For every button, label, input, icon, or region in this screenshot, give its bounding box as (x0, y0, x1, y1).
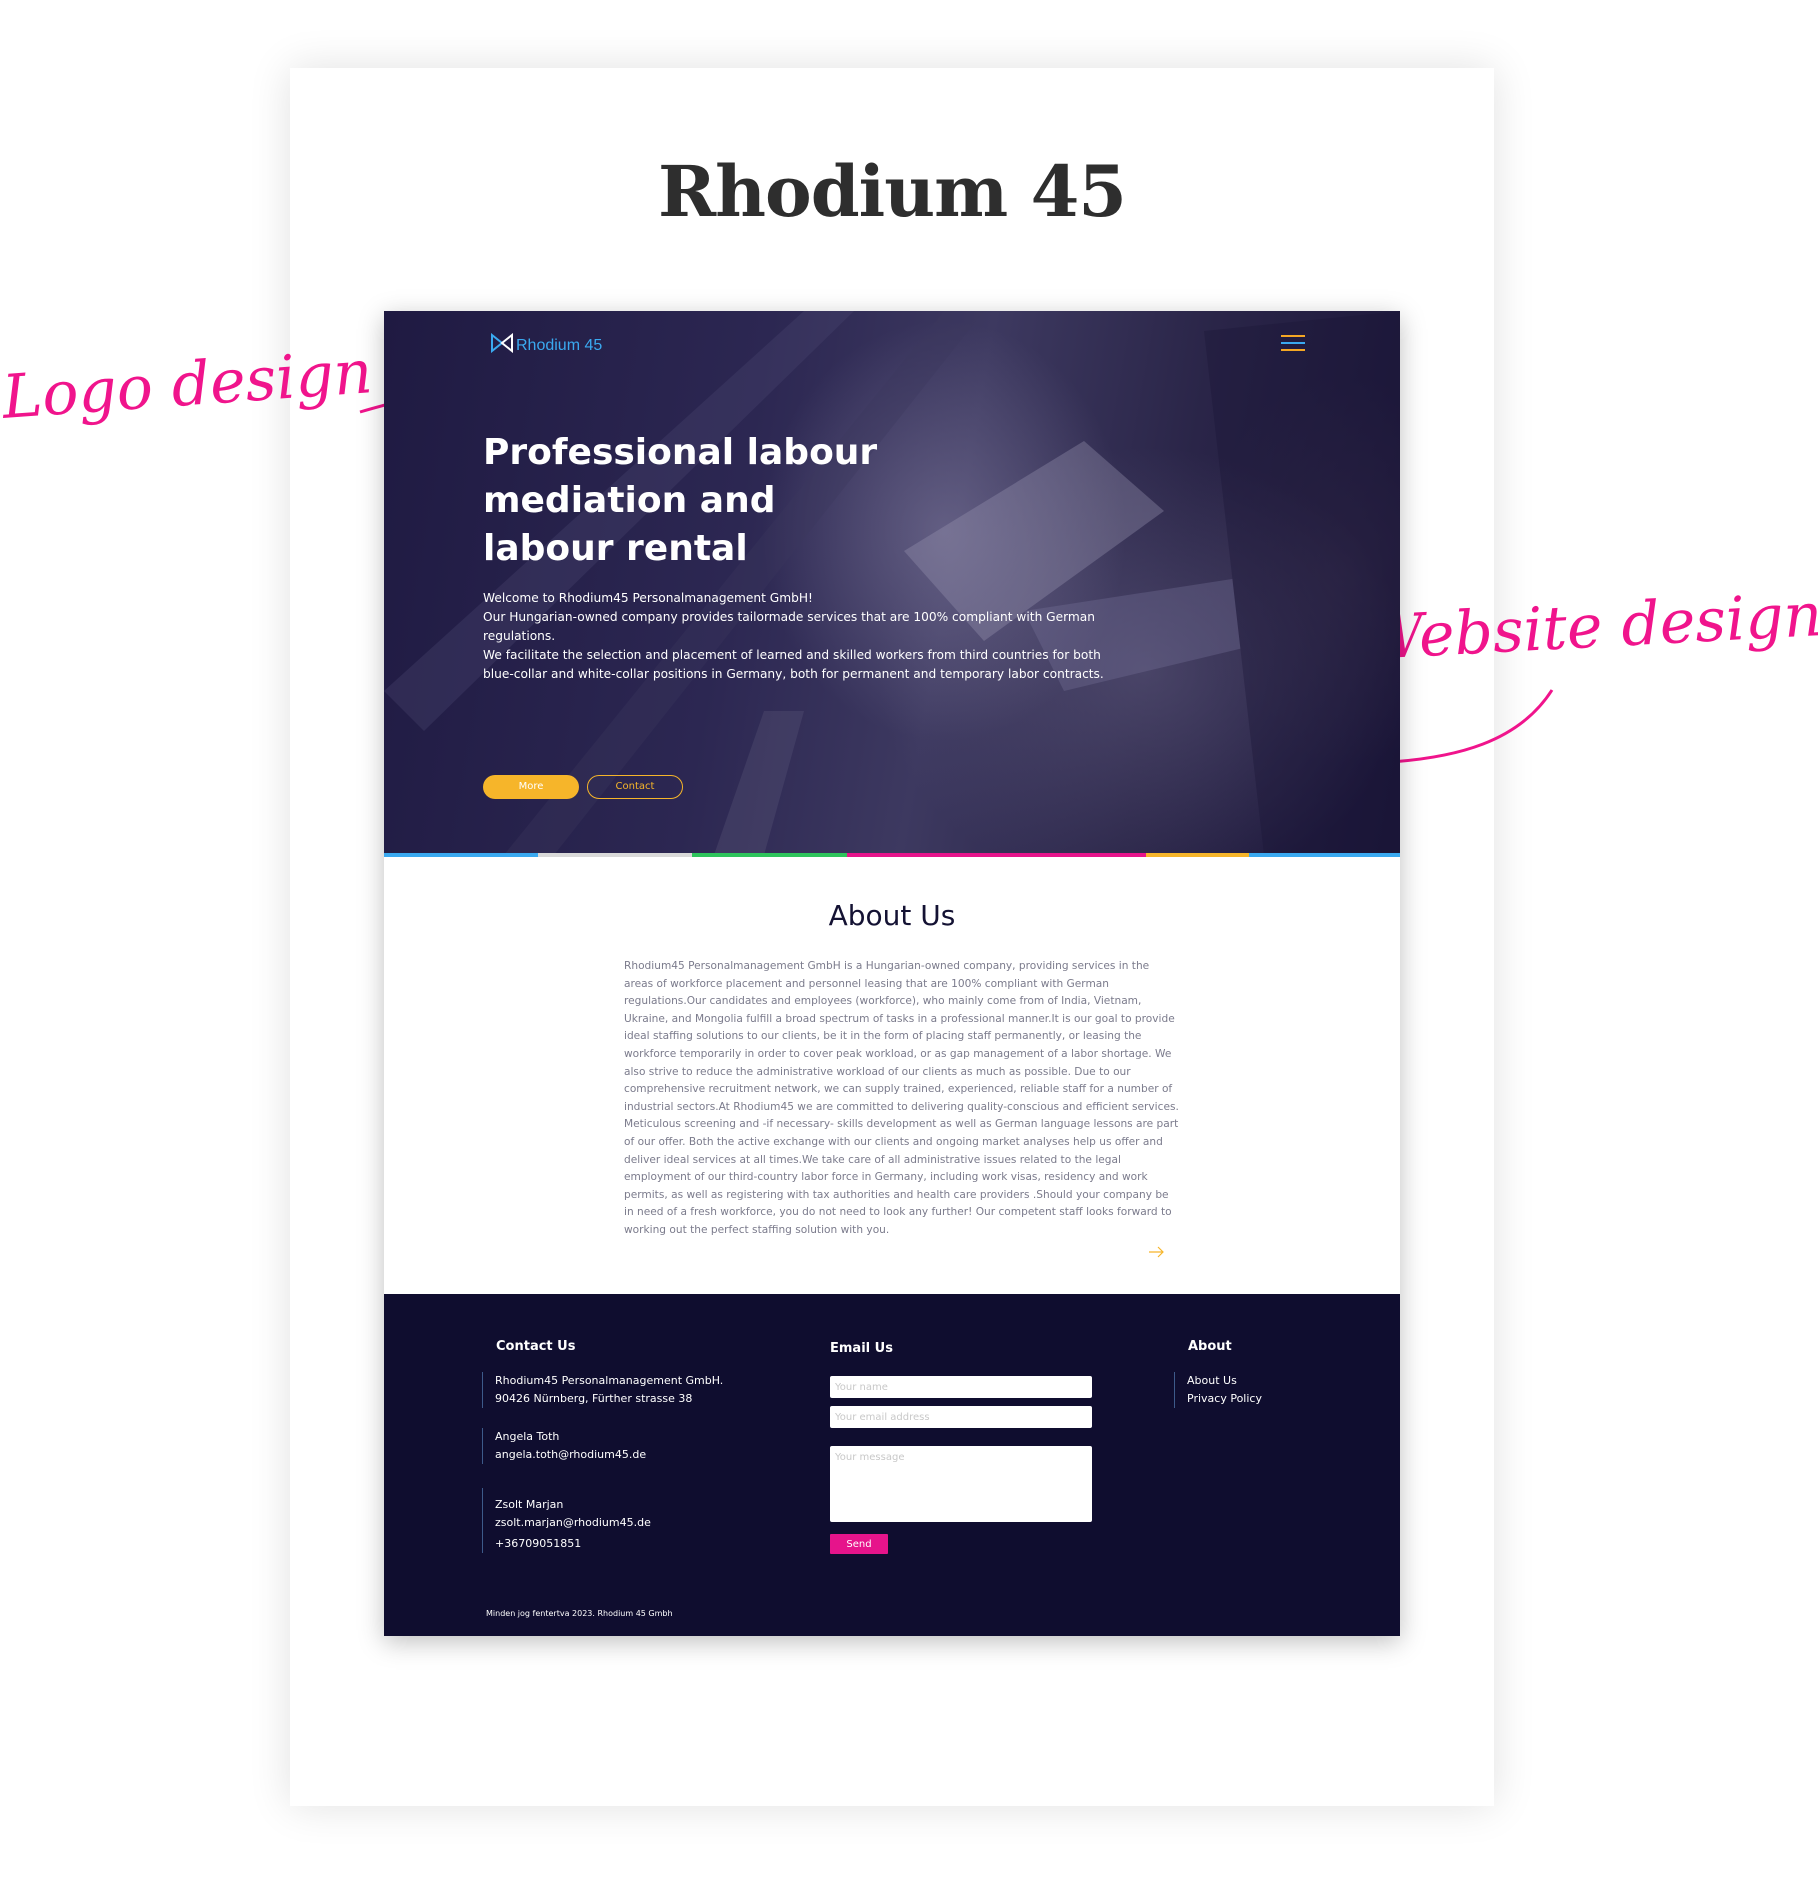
color-segment (1249, 853, 1400, 857)
logo-mark-icon (491, 333, 513, 353)
hero-paragraph: Welcome to Rhodium45 Personalmanagement … (483, 591, 813, 605)
color-segment (692, 853, 847, 857)
email-input[interactable] (830, 1406, 1092, 1428)
person-name: Angela Toth (495, 1430, 560, 1443)
copyright-text: Minden jog fentertva 2023. Rhodium 45 Gm… (486, 1609, 673, 1618)
site-logo-text[interactable]: Rhodium 45 (516, 337, 602, 355)
color-segment (384, 853, 538, 857)
name-input[interactable] (830, 1376, 1092, 1398)
website-mockup: Rhodium 45 Professional labour mediation… (384, 311, 1400, 1636)
more-button[interactable]: More (483, 775, 579, 799)
color-segment (847, 853, 1146, 857)
company-address: 90426 Nürnberg, Fürther strasse 38 (495, 1392, 693, 1405)
color-segment (538, 853, 692, 857)
sheet-title: Rhodium 45 (657, 150, 1127, 233)
arrow-right-icon[interactable] (1148, 1246, 1166, 1258)
person-email[interactable]: zsolt.marjan@rhodium45.de (495, 1514, 742, 1532)
hero-paragraph: Our Hungarian-owned company provides tai… (483, 610, 1095, 643)
privacy-policy-link[interactable]: Privacy Policy (1187, 1390, 1324, 1408)
site-footer: Contact Us Rhodium45 Personalmanagement … (384, 1294, 1400, 1636)
about-links: About Us Privacy Policy (1174, 1372, 1324, 1408)
hero-title: Professional labour mediation and labour… (483, 432, 878, 569)
about-heading: About (1188, 1339, 1232, 1354)
company-name: Rhodium45 Personalmanagement GmbH. (495, 1374, 724, 1387)
hero-text: Welcome to Rhodium45 Personalmanagement … (483, 589, 1123, 684)
color-divider-bar (384, 853, 1400, 857)
hero-paragraph: We facilitate the selection and placemen… (483, 648, 1104, 681)
message-textarea[interactable] (830, 1446, 1092, 1522)
contact-us-heading: Contact Us (496, 1339, 576, 1354)
person-email[interactable]: angela.toth@rhodium45.de (495, 1446, 742, 1464)
person-contact-block: Zsolt Marjan zsolt.marjan@rhodium45.de +… (482, 1488, 742, 1553)
hamburger-menu-icon[interactable] (1281, 335, 1305, 353)
about-title: About Us (828, 899, 956, 932)
about-text: Rhodium45 Personalmanagement GmbH is a H… (624, 960, 1179, 1236)
send-button[interactable]: Send (830, 1534, 888, 1554)
person-contact-block: Angela Toth angela.toth@rhodium45.de (482, 1428, 742, 1464)
contact-button[interactable]: Contact (587, 775, 683, 799)
person-phone[interactable]: +36709051851 (495, 1535, 742, 1553)
color-segment (1146, 853, 1249, 857)
company-contact-block: Rhodium45 Personalmanagement GmbH. 90426… (482, 1372, 742, 1408)
about-us-link[interactable]: About Us (1187, 1372, 1324, 1390)
email-us-heading: Email Us (830, 1341, 893, 1356)
person-name: Zsolt Marjan (495, 1498, 564, 1511)
hero-photo-background (384, 311, 1400, 855)
hero-section: Rhodium 45 Professional labour mediation… (384, 311, 1400, 855)
